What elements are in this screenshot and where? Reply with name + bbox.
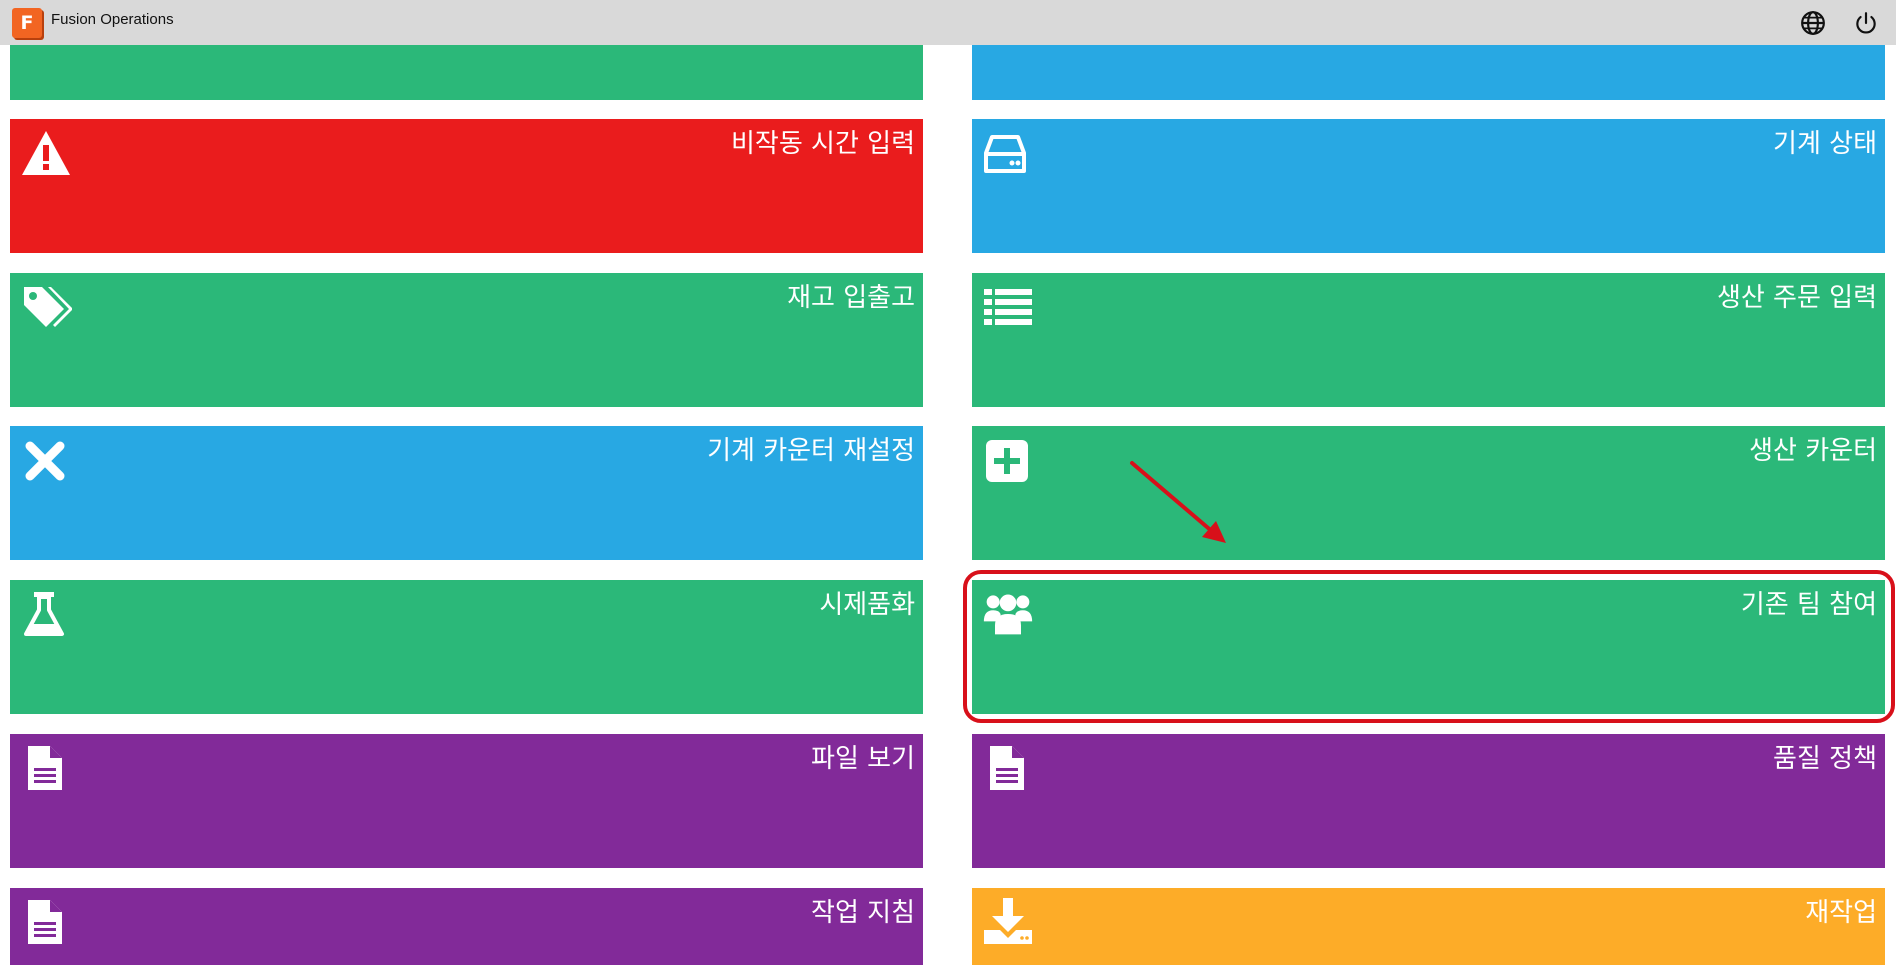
title-bar: F Fusion Operations [0,0,1896,45]
tile-label: 비작동 시간 입력 [731,129,915,159]
close-icon [25,441,65,481]
tile-label: 생산 주문 입력 [1716,283,1877,313]
tile-label: 작업 지침 [811,898,915,928]
flask-icon [24,592,64,636]
tile-label: 파일 보기 [811,744,915,774]
app-title: Fusion Operations [51,11,174,28]
tags-icon [24,287,72,327]
tile-label: 품질 정책 [1773,744,1877,774]
tile-label: 생산 카운터 [1749,436,1877,466]
power-icon[interactable] [1853,10,1879,36]
list-icon [984,289,1032,325]
tile-machine-status[interactable]: 기계 상태 [972,119,1885,253]
tile-rework[interactable]: 재작업 [972,888,1885,965]
app-logo: F [12,8,42,38]
tile-label: 재고 입출고 [787,283,915,313]
highlight-box [963,570,1895,723]
red-arrow-annotation [1130,461,1226,543]
tile-quality-policy[interactable]: 품질 정책 [972,734,1885,868]
tile-prototype[interactable]: 시제품화 [10,580,923,714]
tile-label: 기계 카운터 재설정 [707,436,915,466]
document-icon [990,746,1024,790]
tile-label: 시제품화 [819,590,915,620]
tile-production-order[interactable]: 생산 주문 입력 [972,273,1885,407]
tile-top-right[interactable] [972,45,1885,100]
document-icon [28,900,62,944]
tile-view-files[interactable]: 파일 보기 [10,734,923,868]
download-icon [984,898,1032,944]
tile-machine-counter-reset[interactable]: 기계 카운터 재설정 [10,426,923,560]
plus-square-icon [986,440,1028,482]
globe-icon[interactable] [1800,10,1826,36]
tile-label: 기계 상태 [1773,129,1877,159]
tile-downtime-entry[interactable]: 비작동 시간 입력 [10,119,923,253]
document-icon [28,746,62,790]
tile-inventory[interactable]: 재고 입출고 [10,273,923,407]
tile-production-counter[interactable]: 생산 카운터 [972,426,1885,560]
tile-label: 재작업 [1805,898,1877,928]
tile-work-instructions[interactable]: 작업 지침 [10,888,923,965]
warning-icon [22,131,70,175]
tile-top-left[interactable] [10,45,923,100]
hard-drive-icon [984,135,1026,173]
